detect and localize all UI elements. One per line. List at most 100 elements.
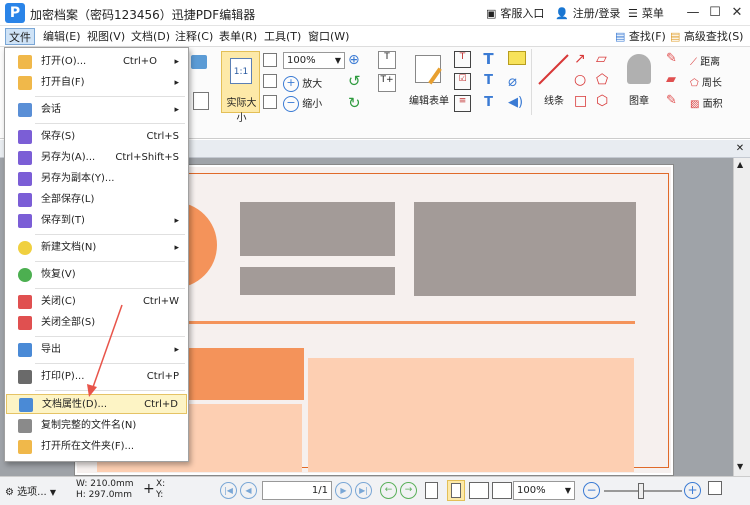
highlight-icon[interactable]: ✎ bbox=[666, 93, 677, 108]
shape-icon[interactable]: ▱ bbox=[596, 51, 607, 67]
zoom-out-button[interactable]: − 缩小 bbox=[283, 95, 322, 112]
continuous-page-icon bbox=[451, 483, 461, 498]
width-readout: W: 210.0mm bbox=[76, 479, 134, 489]
callout-icon[interactable]: T bbox=[479, 95, 498, 114]
zoom-in-button[interactable]: + 放大 bbox=[283, 75, 322, 92]
prev-page-button[interactable]: ◀ bbox=[240, 482, 257, 499]
close-tab-icon[interactable]: ✕ bbox=[733, 142, 747, 156]
area-icon: ▨ bbox=[690, 99, 700, 110]
arrow-shape-icon[interactable]: ↗ bbox=[574, 51, 586, 67]
user-icon: 👤 bbox=[555, 6, 569, 20]
line-label: 线条 bbox=[544, 96, 564, 107]
last-page-button[interactable]: ▶| bbox=[355, 482, 372, 499]
first-page-button[interactable]: |◀ bbox=[220, 482, 237, 499]
checkbox-field-icon[interactable]: ☑ bbox=[454, 73, 471, 90]
page-number-field[interactable]: 1/1 bbox=[262, 481, 332, 500]
continuous-facing-icon[interactable] bbox=[492, 482, 512, 499]
menu-document[interactable]: 文档(D) bbox=[128, 28, 173, 45]
status-zoom-select[interactable]: 100% ▼ bbox=[513, 481, 575, 500]
fit-visible-icon[interactable] bbox=[263, 95, 277, 109]
menu-tools[interactable]: 工具(T) bbox=[261, 28, 304, 45]
menu-file[interactable]: 文件 bbox=[5, 28, 35, 45]
distance-button[interactable]: ⟋ 距离 bbox=[690, 53, 720, 68]
camera-icon[interactable] bbox=[191, 55, 207, 69]
menu-item-session[interactable]: 会话 ▸ bbox=[6, 100, 187, 120]
menu-edit[interactable]: 编辑(E) bbox=[40, 28, 84, 45]
menu-item-open-from[interactable]: 打开自(F) ▸ bbox=[6, 73, 187, 93]
note-icon[interactable] bbox=[508, 51, 526, 65]
rotate-left-icon[interactable]: ↺ bbox=[348, 72, 361, 90]
menu-button[interactable]: ☰ 菜单 bbox=[628, 5, 664, 21]
edit-form-button[interactable]: 编辑表单 bbox=[406, 51, 452, 113]
line-tool-button[interactable]: 线条 bbox=[536, 51, 572, 115]
facing-page-icon[interactable] bbox=[469, 482, 489, 499]
add-text-icon[interactable]: T+ bbox=[378, 74, 396, 92]
menu-form[interactable]: 表单(R) bbox=[216, 28, 260, 45]
options-button[interactable]: ⚙ 选项... ▼ bbox=[5, 483, 56, 498]
page-select-icon[interactable] bbox=[193, 92, 209, 110]
forward-button[interactable]: → bbox=[400, 482, 417, 499]
scroll-up-icon[interactable]: ▲ bbox=[737, 160, 743, 169]
find-button[interactable]: ▤ 查找(F) bbox=[612, 28, 669, 45]
fullscreen-icon[interactable] bbox=[708, 481, 722, 495]
text-select-icon[interactable]: T bbox=[378, 51, 396, 69]
advanced-find-button[interactable]: ▤ 高级查找(S) bbox=[667, 28, 746, 45]
fit-page-icon[interactable] bbox=[263, 53, 277, 67]
textfield-icon[interactable]: T bbox=[454, 51, 471, 68]
menu-item-shortcut: Ctrl+D bbox=[144, 399, 178, 410]
menu-item-save-all[interactable]: 全部保存(L) bbox=[6, 190, 187, 210]
menu-comment[interactable]: 注释(C) bbox=[172, 28, 216, 45]
menu-view[interactable]: 视图(V) bbox=[84, 28, 128, 45]
status-zoom-out-button[interactable]: − bbox=[583, 482, 600, 499]
cloud-icon[interactable]: ⬡ bbox=[596, 93, 608, 109]
back-button[interactable]: ← bbox=[380, 482, 397, 499]
menu-item-open-folder[interactable]: 打开所在文件夹(F)... bbox=[6, 437, 187, 457]
typewriter-icon[interactable]: T bbox=[479, 50, 498, 69]
vertical-scrollbar[interactable]: ▲ ▼ bbox=[733, 158, 750, 476]
perimeter-button[interactable]: ⬠ 周长 bbox=[690, 74, 722, 89]
polygon-icon[interactable]: ⬠ bbox=[596, 72, 608, 88]
menu-item-label: 全部保存(L) bbox=[41, 194, 95, 205]
maximize-button[interactable]: ☐ bbox=[706, 4, 724, 22]
minus-icon: − bbox=[283, 96, 299, 112]
login-button[interactable]: 👤 注册/登录 bbox=[555, 5, 620, 21]
actual-size-button[interactable]: 1:1 实际大小 bbox=[221, 51, 260, 124]
area-button[interactable]: ▨ 面积 bbox=[690, 95, 723, 110]
status-zoom-in-button[interactable]: + bbox=[684, 482, 701, 499]
single-page-icon[interactable] bbox=[425, 482, 438, 499]
area-label: 面积 bbox=[702, 99, 723, 110]
next-page-button[interactable]: ▶ bbox=[335, 482, 352, 499]
pencil-tool-icon[interactable]: ✎ bbox=[666, 51, 677, 66]
stamp-button[interactable]: 图章 bbox=[619, 51, 659, 115]
zoom-slider-handle[interactable] bbox=[638, 483, 644, 499]
edit-form-label: 编辑表单 bbox=[409, 96, 449, 107]
actual-size-icon: 1:1 bbox=[230, 58, 252, 84]
menu-window[interactable]: 窗口(W) bbox=[305, 28, 352, 45]
menu-item-open[interactable]: 打开(O)... Ctrl+O ▸ bbox=[6, 52, 187, 72]
fit-width-icon[interactable] bbox=[263, 74, 277, 88]
menu-item-save-as[interactable]: 另存为(A)... Ctrl+Shift+S bbox=[6, 148, 187, 168]
sound-icon[interactable]: ◀) bbox=[508, 95, 523, 110]
scroll-down-icon[interactable]: ▼ bbox=[737, 462, 743, 471]
zoom-select[interactable]: 100% ▼ bbox=[283, 52, 345, 69]
session-icon bbox=[18, 103, 32, 117]
rectangle-icon[interactable]: □ bbox=[574, 93, 587, 109]
circle-icon[interactable]: ○ bbox=[574, 72, 586, 88]
menu-item-save[interactable]: 保存(S) Ctrl+S bbox=[6, 127, 187, 147]
status-zoom-value: 100% bbox=[517, 485, 546, 496]
menu-item-restore[interactable]: 恢复(V) bbox=[6, 265, 187, 285]
textbox-icon[interactable]: T bbox=[479, 73, 498, 92]
eraser-icon[interactable]: ▰ bbox=[666, 72, 676, 87]
minimize-button[interactable]: — bbox=[684, 4, 702, 22]
magnifier-icon[interactable]: ⊕ bbox=[348, 52, 360, 68]
menu-item-copy-filename[interactable]: 复制完整的文件名(N) bbox=[6, 416, 187, 436]
close-button[interactable]: ✕ bbox=[728, 4, 746, 22]
menu-item-save-to[interactable]: 保存到(T) ▸ bbox=[6, 211, 187, 231]
service-button[interactable]: ▣ 客服入口 bbox=[486, 5, 544, 21]
menu-item-save-copy[interactable]: 另存为副本(Y)... bbox=[6, 169, 187, 189]
attach-icon[interactable]: ⌀ bbox=[508, 72, 517, 90]
list-field-icon[interactable]: ≡ bbox=[454, 95, 471, 112]
rotate-right-icon[interactable]: ↻ bbox=[348, 94, 361, 112]
menu-item-new[interactable]: 新建文档(N) ▸ bbox=[6, 238, 187, 258]
continuous-page-button[interactable] bbox=[447, 480, 465, 501]
